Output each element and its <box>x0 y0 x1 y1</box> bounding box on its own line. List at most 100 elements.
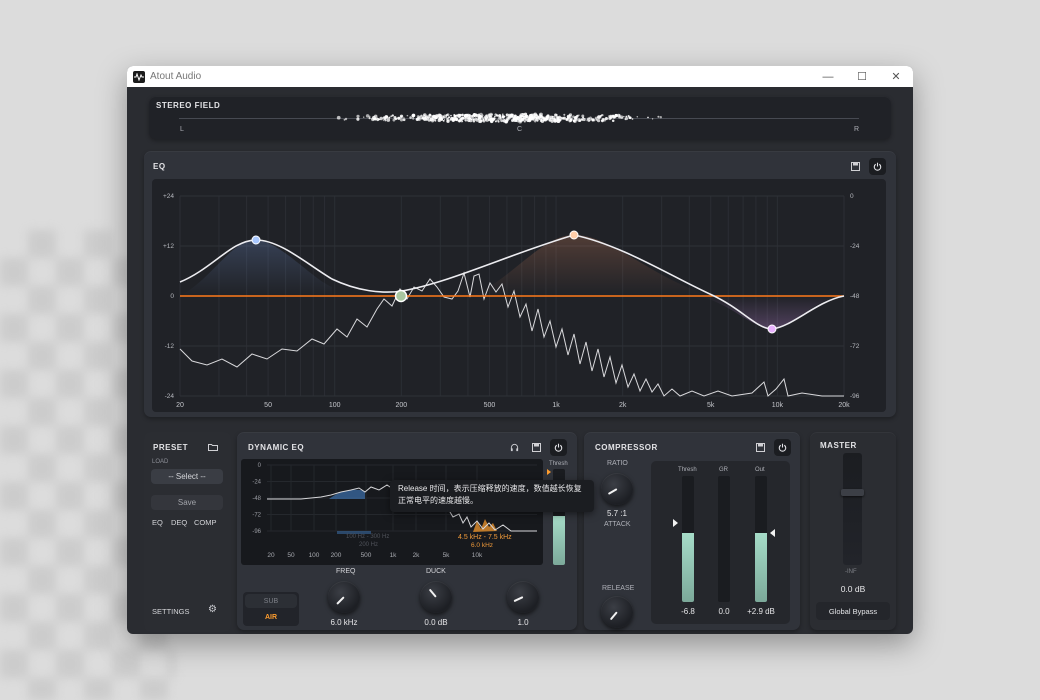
folder-icon[interactable] <box>204 438 221 455</box>
air-button[interactable]: AIR <box>245 610 297 624</box>
stereo-dot <box>528 116 532 121</box>
duck-knob[interactable] <box>420 581 452 613</box>
stereo-dot <box>478 119 483 124</box>
stereo-dot <box>577 118 582 122</box>
stereo-right-label: R <box>854 126 860 133</box>
stereo-dot <box>445 116 448 118</box>
master-fader-track[interactable] <box>843 453 862 565</box>
release-knob[interactable] <box>601 596 633 628</box>
stereo-dot <box>647 116 649 119</box>
deq-graph-bg <box>241 459 543 565</box>
eq-y-label-left: -24 <box>165 393 175 400</box>
meter-thresh-fill <box>682 532 694 602</box>
meter-thresh-value: -6.8 <box>681 607 695 616</box>
stereo-dot <box>512 113 514 115</box>
stereo-dot <box>382 119 385 122</box>
eq-power-icon[interactable] <box>869 158 886 175</box>
stereo-dot <box>548 117 550 119</box>
stereo-dot <box>573 119 577 123</box>
stereo-dot <box>371 117 375 122</box>
preset-select[interactable]: -- Select -- <box>151 469 223 484</box>
stereo-dot <box>402 118 406 122</box>
stereo-dot <box>591 118 595 122</box>
freq-value: 6.0 kHz <box>330 618 358 627</box>
stereo-dot <box>373 114 378 119</box>
meter-out <box>755 476 767 602</box>
deq-power-icon[interactable] <box>550 439 567 456</box>
ratio-knob[interactable] <box>601 473 633 505</box>
stereo-dot <box>608 116 612 121</box>
tab-comp[interactable]: COMP <box>194 518 217 527</box>
stereo-dot <box>563 113 566 116</box>
stereo-dot <box>601 119 603 122</box>
deq-graph: 100 Hz - 300 Hz 200 Hz 4.5 kHz - 7.5 kHz… <box>241 459 543 565</box>
deq-x-label: 1k <box>390 552 398 559</box>
eq-y-label-right: -96 <box>850 393 860 400</box>
stereo-dot <box>420 114 423 117</box>
stereo-dot <box>625 115 628 118</box>
attack-label: ATTACK <box>604 521 631 528</box>
thresh-handle[interactable] <box>673 519 678 527</box>
deq-x-label: 500 <box>361 552 372 559</box>
settings-gear-icon[interactable]: ⚙ <box>208 604 217 615</box>
stereo-dot <box>614 113 618 118</box>
meter-out-fill <box>755 532 767 602</box>
dynamic-eq-title: DYNAMIC EQ <box>248 443 305 452</box>
minimize-icon[interactable]: — <box>811 66 845 87</box>
stereo-dot <box>472 120 475 123</box>
comp-save-icon[interactable] <box>752 439 769 456</box>
stereo-dot <box>532 116 536 120</box>
comp-power-icon[interactable] <box>774 439 791 456</box>
stereo-dot <box>624 118 627 121</box>
stereo-dot <box>386 118 391 122</box>
third-knob[interactable] <box>507 581 539 613</box>
master-fader-handle[interactable] <box>841 489 864 496</box>
eq-x-label: 200 <box>395 402 407 409</box>
eq-y-label-left: -12 <box>165 343 175 350</box>
headphones-icon[interactable] <box>506 439 523 456</box>
global-bypass-button[interactable]: Global Bypass <box>816 602 890 620</box>
stereo-dot <box>461 120 463 122</box>
deq-band1-range: 100 Hz - 300 Hz <box>346 534 389 540</box>
master-fader-floor: -INF <box>845 569 857 575</box>
stereo-dot <box>440 115 444 119</box>
eq-save-icon[interactable] <box>847 158 864 175</box>
stereo-field-panel: STEREO FIELD L C R <box>149 96 891 139</box>
settings-label[interactable]: SETTINGS <box>152 607 190 616</box>
deq-y-label: -96 <box>252 529 261 535</box>
stereo-dot <box>472 114 475 117</box>
deq-thresh-marker[interactable] <box>547 469 551 475</box>
close-icon[interactable]: ✕ <box>879 66 913 87</box>
sub-button[interactable]: SUB <box>245 594 297 608</box>
out-handle[interactable] <box>770 529 775 537</box>
ratio-value: 5.7 :1 <box>606 509 627 518</box>
deq-save-icon[interactable] <box>528 439 545 456</box>
stereo-left-label: L <box>180 126 184 133</box>
stereo-dot <box>487 119 489 121</box>
eq-graph: +24 0 +12 -24 0 -48 -12 -72 -24 -96 20 50 100 200 500 1… <box>152 179 886 412</box>
eq-y-label-left: 0 <box>170 293 174 300</box>
stereo-dot <box>565 118 569 121</box>
tab-eq[interactable]: EQ <box>152 518 163 527</box>
eq-y-label-right: -48 <box>850 293 860 300</box>
eq-node-3[interactable] <box>569 230 579 240</box>
preset-save-button[interactable]: Save <box>151 495 223 510</box>
tab-deq[interactable]: DEQ <box>171 518 187 527</box>
stereo-dot <box>496 119 499 122</box>
meter-thresh <box>682 476 694 602</box>
eq-node-2[interactable] <box>394 289 408 303</box>
maximize-icon[interactable]: ☐ <box>845 66 879 87</box>
stereo-dot <box>587 119 591 123</box>
stereo-dot <box>416 117 420 121</box>
deq-x-label: 2k <box>413 552 421 559</box>
load-label: LOAD <box>152 459 169 465</box>
freq-knob[interactable] <box>328 581 360 613</box>
eq-node-4[interactable] <box>767 324 777 334</box>
deq-x-label: 50 <box>287 552 295 559</box>
eq-x-label: 500 <box>484 402 496 409</box>
eq-title: EQ <box>153 162 166 171</box>
stereo-dot <box>363 116 365 118</box>
stereo-dot <box>443 118 446 121</box>
compressor-title: COMPRESSOR <box>595 443 658 452</box>
eq-node-1[interactable] <box>251 235 261 245</box>
